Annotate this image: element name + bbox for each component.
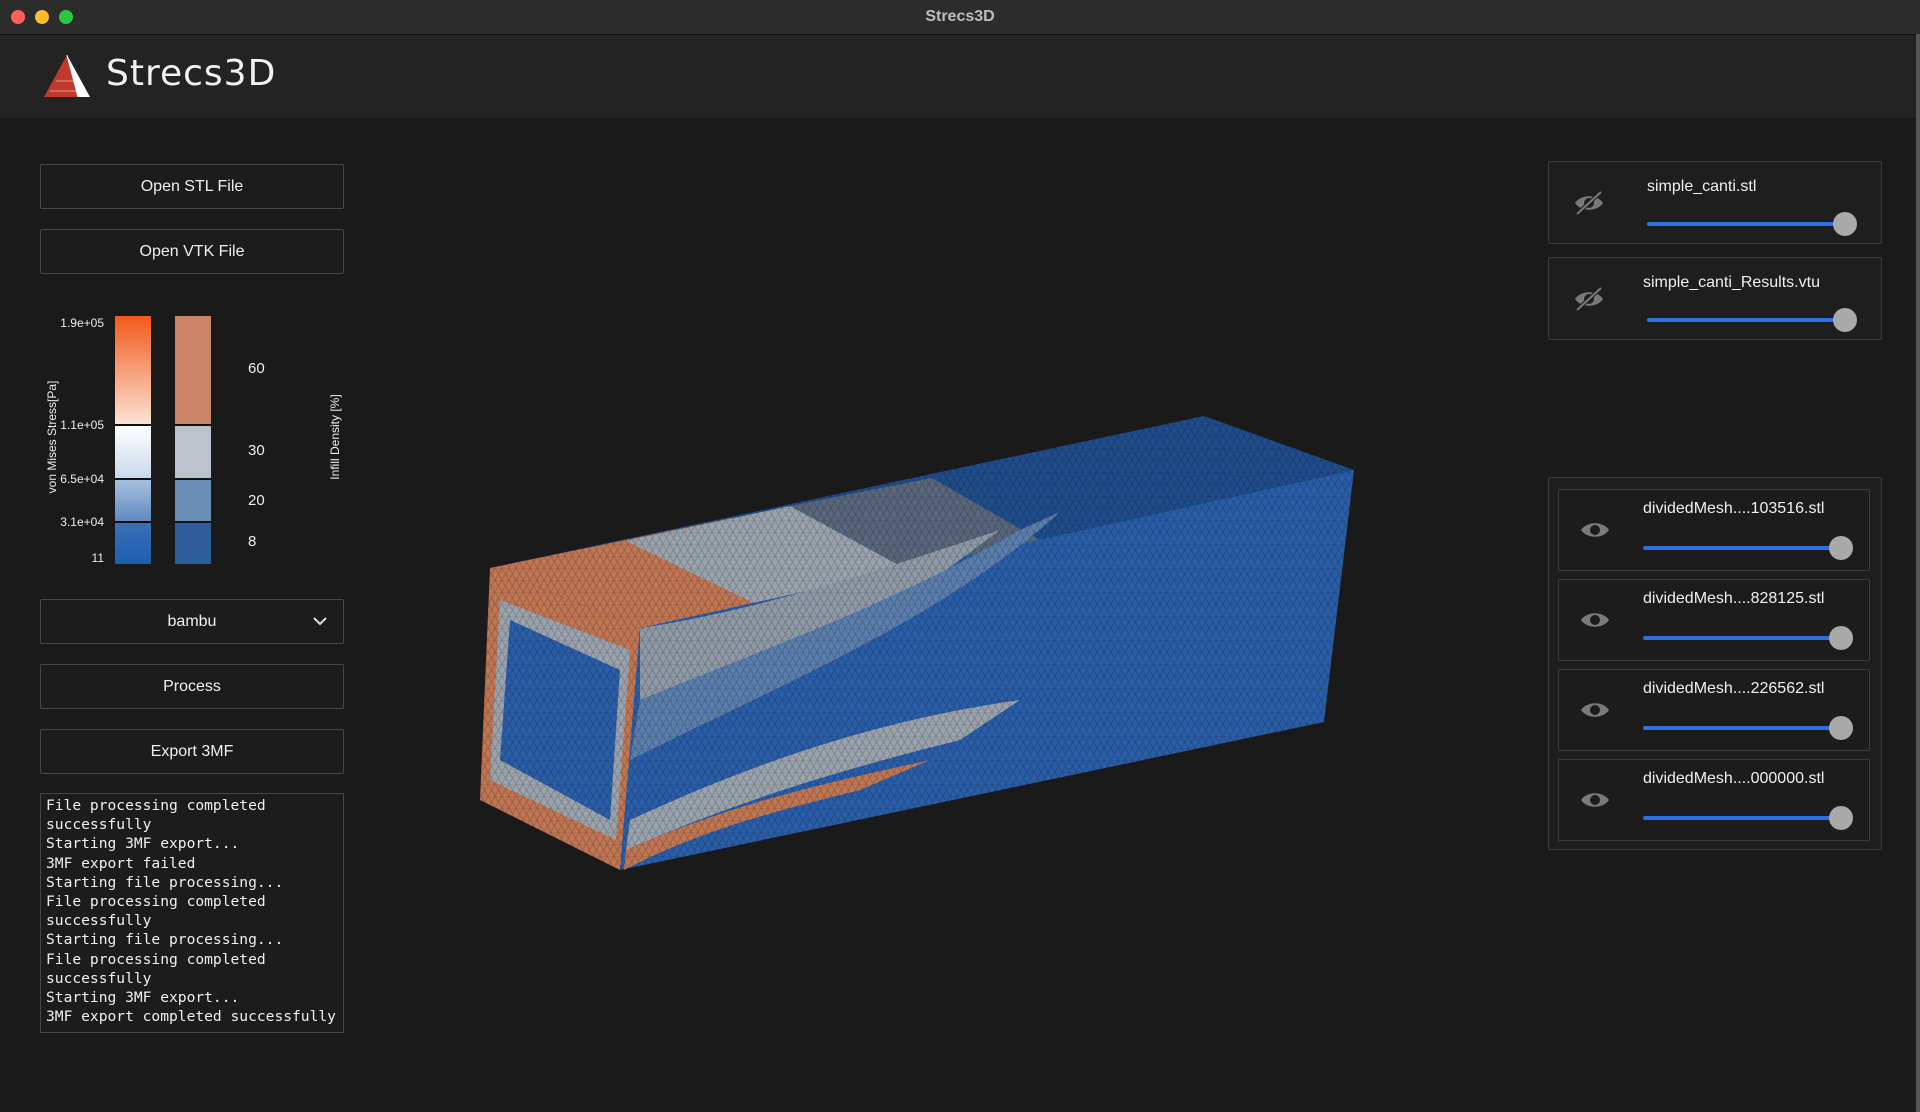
density-band-20 (175, 479, 211, 522)
layer-name: simple_canti_Results.vtu (1643, 274, 1820, 291)
eye-icon[interactable] (1577, 605, 1613, 635)
open-vtk-button[interactable]: Open VTK File (40, 229, 344, 274)
eye-icon[interactable] (1577, 515, 1613, 545)
opacity-slider[interactable] (1643, 536, 1853, 560)
slider-thumb[interactable] (1829, 626, 1853, 650)
printer-select[interactable]: bambu (40, 599, 344, 644)
stress-tick: 6.5e+04 (60, 472, 104, 486)
eye-slash-icon[interactable] (1571, 284, 1607, 314)
app-logo-icon (44, 54, 90, 98)
mesh-layer-card: dividedMesh....103516.stl (1558, 489, 1870, 571)
density-band-60 (175, 316, 211, 425)
density-axis-label: Infill Density [%] (328, 394, 342, 480)
slider-thumb[interactable] (1829, 716, 1853, 740)
log-line: File processing completed (46, 950, 266, 968)
slider-thumb[interactable] (1833, 308, 1857, 332)
process-button[interactable]: Process (40, 664, 344, 709)
app-header: Strecs3D (0, 35, 1920, 118)
log-console[interactable]: File processing completed successfully S… (40, 793, 344, 1033)
density-tick: 60 (248, 360, 265, 377)
eye-slash-icon[interactable] (1571, 188, 1607, 218)
stress-band-mid (115, 425, 151, 479)
opacity-slider[interactable] (1647, 308, 1857, 332)
density-tick: 8 (248, 533, 257, 550)
mesh-layer-card: dividedMesh....000000.stl (1558, 759, 1870, 841)
chevron-down-icon (313, 617, 327, 626)
mesh-layer-card: dividedMesh....828125.stl (1558, 579, 1870, 661)
opacity-slider[interactable] (1647, 212, 1857, 236)
opacity-slider[interactable] (1643, 806, 1853, 830)
log-line: successfully (46, 816, 152, 834)
log-line: File processing completed (46, 797, 266, 814)
title-bar: Strecs3D (0, 0, 1920, 35)
slider-thumb[interactable] (1829, 536, 1853, 560)
stress-tick: 1.9e+05 (60, 316, 104, 330)
density-band-30 (175, 425, 211, 479)
color-legend: von Mises Stress[Pa] Infill Density [%] (30, 300, 342, 580)
log-line: File processing completed (46, 893, 266, 911)
window-right-edge (1916, 34, 1920, 1112)
open-stl-button[interactable]: Open STL File (40, 164, 344, 209)
stress-tick: 11 (91, 551, 104, 565)
slider-thumb[interactable] (1833, 212, 1857, 236)
log-line: 3MF export completed successfully (46, 1008, 336, 1026)
opacity-slider[interactable] (1643, 626, 1853, 650)
legend-bars (115, 316, 211, 564)
density-band-8 (175, 522, 211, 564)
log-line: 3MF export failed (46, 854, 196, 872)
mesh-layers-panel: dividedMesh....103516.stl dividedMesh...… (1548, 477, 1882, 850)
log-line: Starting file processing... (46, 873, 284, 891)
layer-name: dividedMesh....828125.stl (1643, 590, 1825, 607)
app-name: Strecs3D (106, 53, 277, 94)
export-3mf-button[interactable]: Export 3MF (40, 729, 344, 774)
density-tick: 30 (248, 442, 265, 459)
layer-name: dividedMesh....226562.stl (1643, 680, 1825, 697)
log-line: successfully (46, 912, 152, 930)
density-tick: 20 (248, 492, 265, 509)
stress-tick: 3.1e+04 (60, 515, 104, 529)
layer-name: simple_canti.stl (1647, 178, 1757, 195)
stress-tick: 1.1e+05 (60, 418, 104, 432)
stress-band-high (115, 316, 151, 425)
mesh-layer-card: dividedMesh....226562.stl (1558, 669, 1870, 751)
window-title: Strecs3D (925, 8, 995, 25)
stress-band-low (115, 479, 151, 522)
model-layer-card: simple_canti.stl (1548, 161, 1882, 244)
log-line: Starting 3MF export... (46, 989, 240, 1007)
eye-icon[interactable] (1577, 785, 1613, 815)
log-line: Starting file processing... (46, 931, 284, 949)
slider-thumb[interactable] (1829, 806, 1853, 830)
log-line: successfully (46, 969, 152, 987)
printer-select-value: bambu (167, 612, 217, 630)
3d-viewport[interactable] (460, 400, 1380, 920)
layer-name: dividedMesh....000000.stl (1643, 770, 1825, 787)
stress-band-lowest (115, 522, 151, 564)
opacity-slider[interactable] (1643, 716, 1853, 740)
model-layer-card: simple_canti_Results.vtu (1548, 257, 1882, 340)
layer-name: dividedMesh....103516.stl (1643, 500, 1825, 517)
eye-icon[interactable] (1577, 695, 1613, 725)
log-line: Starting 3MF export... (46, 835, 240, 853)
